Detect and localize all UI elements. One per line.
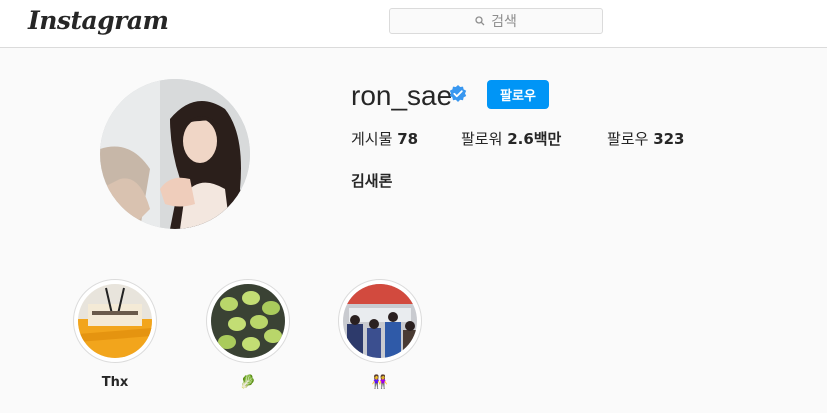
profile-full-name: 김새론	[351, 172, 393, 190]
search-placeholder: 검색	[491, 13, 517, 29]
instagram-logo[interactable]: Instagram	[28, 6, 169, 35]
highlight-2-cover	[211, 284, 285, 358]
top-navigation-bar: Instagram 검색	[0, 0, 827, 48]
following-count[interactable]: 팔로우 323	[607, 129, 685, 149]
posts-value: 78	[397, 130, 419, 148]
profile-photo	[100, 79, 250, 229]
posts-label: 게시물	[351, 130, 393, 148]
followers-value: 2.6백만	[507, 130, 562, 148]
highlight-2[interactable]	[206, 279, 290, 363]
highlight-2-label: 🥬	[239, 375, 257, 390]
verified-badge-icon	[449, 85, 467, 102]
highlight-1-cover	[78, 284, 152, 358]
highlight-3[interactable]	[338, 279, 422, 363]
following-value: 323	[653, 130, 685, 148]
posts-count[interactable]: 게시물 78	[351, 129, 418, 149]
following-label: 팔로우	[607, 130, 649, 148]
followers-label: 팔로워	[461, 130, 503, 148]
highlight-3-label: 👭	[371, 375, 389, 390]
profile-avatar[interactable]	[100, 79, 250, 229]
profile-username: ron_sae	[351, 80, 453, 111]
follow-button[interactable]: 팔로우	[487, 80, 549, 109]
search-input[interactable]: 검색	[389, 8, 603, 34]
highlight-1-label: Thx	[101, 375, 129, 390]
highlight-1[interactable]	[73, 279, 157, 363]
followers-count[interactable]: 팔로워 2.6백만	[461, 129, 561, 149]
search-icon	[475, 16, 485, 26]
highlight-3-cover	[343, 284, 417, 358]
